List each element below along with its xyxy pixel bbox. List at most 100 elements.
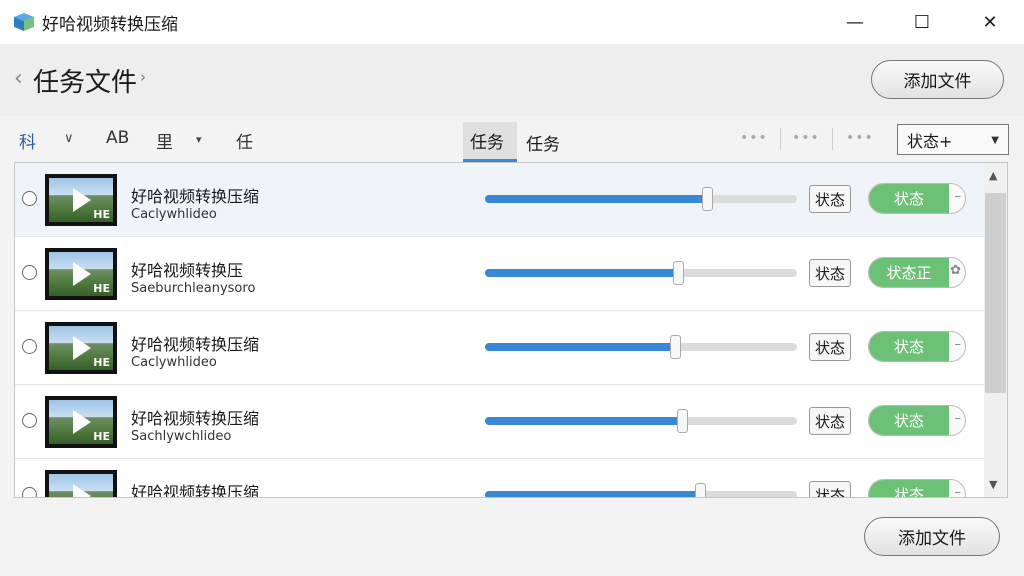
scroll-up-icon[interactable]: ▲ [989, 169, 997, 182]
row-radio[interactable] [22, 413, 37, 428]
action-label: 状态 [869, 406, 949, 435]
list-scrollbar[interactable]: ▲ ▼ [984, 163, 1007, 497]
video-thumbnail: HE [45, 174, 117, 226]
progress-fill [485, 491, 701, 497]
slider-handle[interactable] [670, 335, 682, 359]
progress-slider[interactable] [485, 187, 797, 211]
minus-icon: – [954, 189, 962, 204]
quality-badge: HE [93, 356, 110, 369]
progress-fill [485, 195, 707, 203]
play-icon[interactable] [73, 484, 91, 497]
action-label: 状态 [869, 480, 949, 497]
state-button[interactable]: 状态 [809, 481, 851, 497]
forward-chevron-icon[interactable]: › [140, 68, 146, 86]
play-icon[interactable] [73, 188, 91, 212]
progress-fill [485, 269, 679, 277]
action-label: 状态正 [869, 258, 949, 287]
state-button[interactable]: 状态 [809, 407, 851, 435]
dropdown-arrow-icon[interactable]: ▾ [196, 133, 202, 146]
item-title: 好哈视频转换压缩 [131, 483, 260, 498]
item-subtitle: Saeburchleanysoro [131, 281, 256, 296]
slider-handle[interactable] [673, 261, 685, 285]
maximize-button[interactable]: ☐ [889, 0, 955, 44]
back-chevron-icon[interactable]: ‹ [14, 66, 23, 91]
more-dots-icon[interactable]: ••• [740, 130, 768, 146]
row-radio[interactable] [22, 487, 37, 497]
video-thumbnail: HE [45, 396, 117, 448]
state-button[interactable]: 状态 [809, 333, 851, 361]
scroll-thumb[interactable] [985, 193, 1006, 393]
quality-badge: HE [93, 430, 110, 443]
toolbar: 科 ∨ AB 里 ▾ 任 任务 任务 ••• ••• ••• 状态+ ▼ [0, 116, 1024, 162]
action-label: 状态 [869, 332, 949, 361]
action-button[interactable]: 状态正 ✿ [868, 257, 966, 288]
play-icon[interactable] [73, 410, 91, 434]
minus-icon: – [954, 411, 962, 426]
page-title: 任务文件 [33, 68, 138, 98]
progress-slider[interactable] [485, 409, 797, 433]
tab-task[interactable]: 任务 [519, 122, 567, 162]
list-item[interactable]: HE 好哈视频转换压缩 Caclywhlideo 状态 状态 – [15, 311, 985, 385]
action-label: 状态 [869, 184, 949, 213]
action-button[interactable]: 状态 – [868, 331, 966, 362]
minimize-icon: — [846, 11, 864, 33]
divider [780, 128, 781, 150]
video-thumbnail: HE [45, 322, 117, 374]
progress-slider[interactable] [485, 335, 797, 359]
more-dots-icon[interactable]: ••• [792, 130, 820, 146]
add-file-bottom-button[interactable]: 添加文件 [864, 517, 1000, 556]
add-file-button[interactable]: 添加文件 [871, 60, 1004, 99]
list-item[interactable]: HE 好哈视频转换压缩 Caclywhlideo 状态 状态 – [15, 163, 985, 237]
title-bar: 好哈视频转换压缩 — ☐ ✕ [0, 0, 1024, 44]
state-button[interactable]: 状态 [809, 259, 851, 287]
quality-badge: HE [93, 282, 110, 295]
action-button[interactable]: 状态 – [868, 479, 966, 498]
group-button[interactable]: 里 [156, 128, 173, 153]
minus-icon: – [954, 337, 962, 352]
action-button[interactable]: 状态 – [868, 405, 966, 436]
action-button[interactable]: 状态 – [868, 183, 966, 214]
state-button[interactable]: 状态 [809, 185, 851, 213]
app-title: 好哈视频转换压缩 [42, 14, 178, 35]
minus-icon: – [954, 485, 962, 498]
item-title: 好哈视频转换压缩 [131, 335, 260, 354]
page-header: ‹ 任务文件 › 添加文件 [0, 44, 1024, 116]
app-logo-icon [14, 13, 34, 31]
minimize-button[interactable]: — [822, 0, 888, 44]
scroll-down-icon[interactable]: ▼ [989, 478, 997, 491]
play-icon[interactable] [73, 262, 91, 286]
tab-task-active[interactable]: 任务 [463, 122, 517, 162]
item-subtitle: Sachlywchlideo [131, 429, 232, 444]
task-button[interactable]: 任 [236, 128, 253, 153]
slider-handle[interactable] [695, 483, 707, 497]
progress-fill [485, 417, 682, 425]
slider-handle[interactable] [676, 409, 688, 433]
chevron-down-icon: ▼ [991, 135, 999, 146]
progress-slider[interactable] [485, 483, 797, 497]
progress-fill [485, 343, 676, 351]
divider [832, 128, 833, 150]
video-thumbnail [45, 470, 117, 497]
list-item[interactable]: HE 好哈视频转换压缩 Sachlywchlideo 状态 状态 – [15, 385, 985, 459]
ab-button[interactable]: AB [106, 128, 129, 148]
list-item[interactable]: 好哈视频转换压缩 状态 状态 – [15, 459, 985, 498]
play-icon[interactable] [73, 336, 91, 360]
progress-slider[interactable] [485, 261, 797, 285]
close-button[interactable]: ✕ [957, 0, 1023, 44]
more-dots-icon[interactable]: ••• [846, 130, 874, 146]
item-title: 好哈视频转换压 [131, 261, 244, 280]
task-list: HE 好哈视频转换压缩 Caclywhlideo 状态 状态 – HE 好哈视频… [14, 162, 1008, 498]
item-title: 好哈视频转换压缩 [131, 409, 260, 428]
settings-icon: ✿ [950, 263, 961, 278]
list-item[interactable]: HE 好哈视频转换压 Saeburchleanysoro 状态 状态正 ✿ [15, 237, 985, 311]
status-filter-select[interactable]: 状态+ ▼ [897, 124, 1009, 155]
row-radio[interactable] [22, 339, 37, 354]
maximize-icon: ☐ [913, 11, 931, 33]
row-radio[interactable] [22, 265, 37, 280]
close-icon: ✕ [982, 11, 998, 33]
sort-button[interactable]: 科 [19, 128, 36, 153]
row-radio[interactable] [22, 191, 37, 206]
chevron-down-icon[interactable]: ∨ [64, 131, 74, 146]
slider-handle[interactable] [701, 187, 713, 211]
quality-badge: HE [93, 208, 110, 221]
